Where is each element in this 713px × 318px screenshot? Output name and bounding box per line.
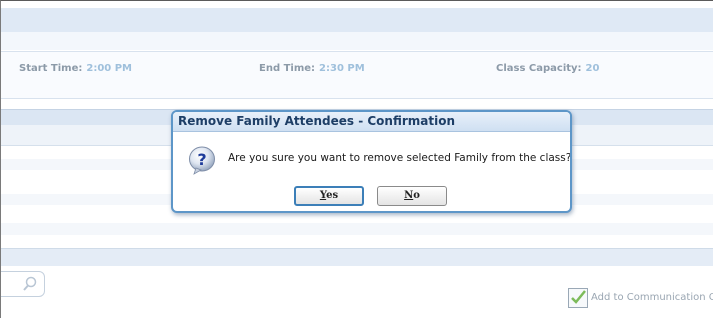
end-time-value: 2:30 PM xyxy=(319,63,365,74)
class-capacity-label: Class Capacity: xyxy=(496,63,582,74)
end-time-label: End Time: xyxy=(259,63,316,74)
no-hotkey: N xyxy=(404,190,414,201)
search-icon[interactable] xyxy=(22,276,38,292)
start-time-value: 2:00 PM xyxy=(86,63,133,74)
class-capacity-value: 20 xyxy=(585,63,600,74)
confirmation-dialog: Remove Family Attendees - Confirmation ?… xyxy=(171,110,572,213)
class-capacity: Class Capacity: 20 xyxy=(496,63,599,74)
start-time: Start Time: 2:00 PM xyxy=(19,63,132,74)
no-button[interactable]: No xyxy=(377,186,447,206)
question-icon: ? xyxy=(189,146,215,175)
class-info-row xyxy=(1,51,713,99)
checkmark-icon xyxy=(571,290,586,304)
yes-label: es xyxy=(326,190,339,201)
table-row[interactable] xyxy=(1,223,713,235)
no-label: o xyxy=(413,190,420,201)
end-time: End Time: 2:30 PM xyxy=(259,63,365,74)
add-to-communication-label: Add to Communication Qu xyxy=(591,292,713,303)
start-time-label: Start Time: xyxy=(19,63,83,74)
add-to-communication-checkbox[interactable] xyxy=(568,288,588,308)
search-box[interactable] xyxy=(1,271,45,297)
header-band xyxy=(1,8,713,33)
header-subband xyxy=(1,32,713,50)
dialog-body: ? Are you sure you want to remove select… xyxy=(173,132,572,211)
bottom-band xyxy=(1,248,713,266)
dialog-title: Remove Family Attendees - Confirmation xyxy=(173,112,570,132)
dialog-message: Are you sure you want to remove selected… xyxy=(228,152,572,164)
svg-text:?: ? xyxy=(197,150,206,169)
yes-button[interactable]: Yes xyxy=(294,186,364,206)
